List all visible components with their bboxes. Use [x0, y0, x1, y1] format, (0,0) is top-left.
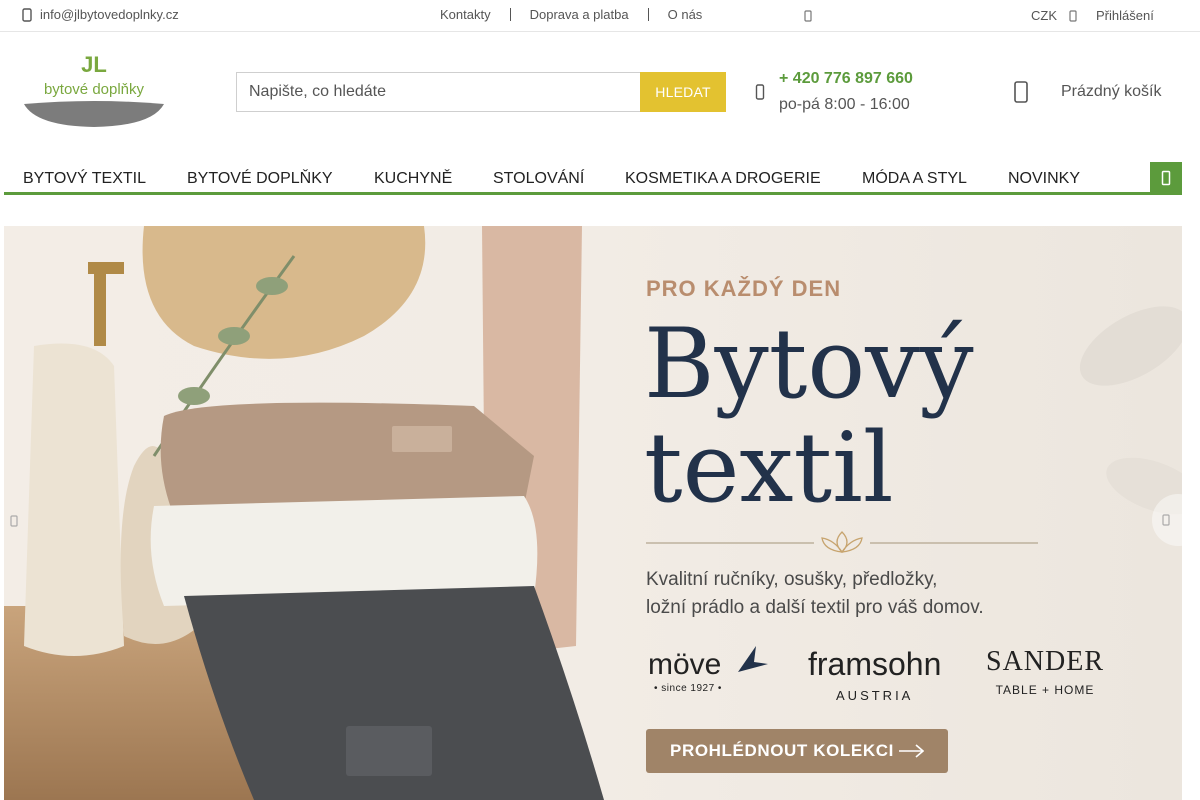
- cta-label: PROHLÉDNOUT KOLEKCI: [670, 741, 894, 760]
- nav-item-novinky[interactable]: NOVINKY: [1008, 170, 1080, 188]
- lotus-divider-icon: [646, 531, 1038, 553]
- phone-icon: [755, 84, 765, 100]
- brand-logo-sander: SANDER TABLE + HOME: [986, 648, 1104, 704]
- link-shipping-payment[interactable]: Doprava a platba: [530, 7, 629, 22]
- currency-selector[interactable]: CZK: [1031, 8, 1077, 23]
- separator: [647, 8, 649, 21]
- cart-status[interactable]: Prázdný košík: [1061, 83, 1161, 101]
- logo-letters: JL: [81, 52, 107, 77]
- chevron-down-icon: [1069, 9, 1077, 22]
- hero-image: [4, 226, 1182, 800]
- search-button[interactable]: HLEDAT: [640, 72, 726, 112]
- nav-item-kosmetika[interactable]: KOSMETIKA A DROGERIE: [625, 170, 821, 188]
- view-collection-button[interactable]: PROHLÉDNOUT KOLEKCI: [646, 729, 948, 773]
- top-bar: info@jlbytovedoplnky.cz Kontakty Doprava…: [0, 0, 1200, 32]
- opening-hours: po-pá 8:00 - 16:00: [779, 96, 910, 113]
- headline-line-2: textil: [644, 412, 894, 524]
- nav-item-moda-styl[interactable]: MÓDA A STYL: [862, 170, 967, 188]
- chevron-down-icon[interactable]: [804, 10, 812, 22]
- brand-logo-framsohn: framsohn AUSTRIA: [808, 648, 941, 712]
- email-link[interactable]: info@jlbytovedoplnky.cz: [22, 7, 179, 22]
- login-link[interactable]: Přihlášení: [1096, 8, 1154, 23]
- link-about[interactable]: O nás: [668, 7, 703, 22]
- brand-name: framsohn: [808, 646, 942, 682]
- brand-name: möve: [648, 648, 722, 681]
- menu-button[interactable]: [1150, 162, 1182, 194]
- brand-sub: TABLE + HOME: [995, 683, 1095, 697]
- separator: [509, 8, 511, 21]
- menu-icon: [1161, 170, 1171, 186]
- arrow-left-icon: [10, 515, 18, 527]
- search-form: HLEDAT: [236, 72, 726, 112]
- arrow-right-icon: [1162, 514, 1170, 526]
- brand-name: SANDER: [986, 646, 1105, 677]
- arrow-icon: [899, 744, 924, 758]
- currency-label: CZK: [1031, 8, 1057, 23]
- banner-headline: Bytový textil: [644, 312, 974, 520]
- cart-icon[interactable]: [1013, 80, 1029, 104]
- logo[interactable]: JL bytové doplňky: [22, 52, 168, 130]
- brand-sub: • since 1927 •: [654, 683, 722, 694]
- search-input[interactable]: [236, 72, 640, 112]
- nav-item-kuchyne[interactable]: KUCHYNĚ: [374, 170, 452, 188]
- phone-number[interactable]: + 420 776 897 660: [779, 70, 913, 88]
- banner-eyebrow: PRO KAŽDÝ DEN: [646, 276, 842, 301]
- slider-prev-button[interactable]: [4, 496, 44, 546]
- logo-graphic: JL bytové doplňky: [24, 52, 164, 127]
- hero-banner[interactable]: PRO KAŽDÝ DEN Bytový textil Kvalitní ruč…: [4, 226, 1182, 800]
- banner-description: Kvalitní ručníky, osušky, předložky, lož…: [646, 566, 1146, 622]
- desc-line-2: ložní prádlo a další textil pro váš domo…: [646, 597, 984, 618]
- email-text[interactable]: info@jlbytovedoplnky.cz: [40, 7, 179, 22]
- nav-item-stolovani[interactable]: STOLOVÁNÍ: [493, 170, 584, 188]
- nav-item-bytove-doplnky[interactable]: BYTOVÉ DOPLŇKY: [187, 170, 333, 188]
- desc-line-1: Kvalitní ručníky, osušky, předložky,: [646, 569, 938, 590]
- nav-item-bytovy-textil[interactable]: BYTOVÝ TEXTIL: [23, 170, 146, 188]
- brand-logo-move: möve • since 1927 •: [648, 646, 768, 694]
- brand-sub: AUSTRIA: [836, 688, 914, 703]
- logo-tagline: bytové doplňky: [44, 81, 145, 98]
- link-contacts[interactable]: Kontakty: [440, 7, 491, 22]
- envelope-icon: [22, 7, 32, 22]
- bird-icon: [738, 646, 768, 672]
- main-navigation: BYTOVÝ TEXTIL BYTOVÉ DOPLŇKY KUCHYNĚ STO…: [4, 160, 1182, 195]
- top-links: Kontakty Doprava a platba O nás: [440, 7, 702, 22]
- headline-line-1: Bytový: [644, 308, 974, 420]
